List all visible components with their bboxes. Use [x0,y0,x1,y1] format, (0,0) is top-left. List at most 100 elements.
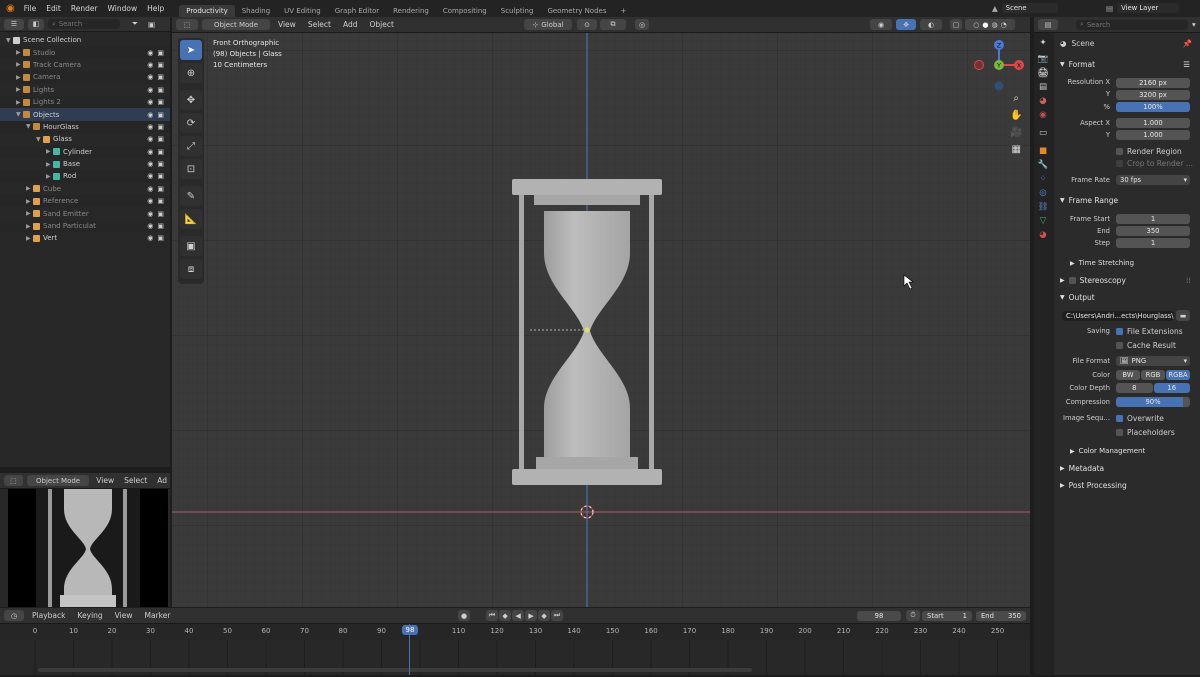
properties-options-icon[interactable]: ▾ [1192,20,1196,29]
outliner-item[interactable]: ▶ Cube ◉ ▣ [0,183,170,195]
crop-checkbox[interactable]: Crop to Render ... [1116,159,1193,168]
proportional-edit-icon[interactable]: ◎ [635,19,649,30]
select-box-tool-icon[interactable]: ➤ [180,40,202,60]
aspect-x-field[interactable]: 1.000 [1116,118,1190,128]
preview-mode-dropdown[interactable]: Object Mode [26,475,90,486]
expand-chevron-icon[interactable]: ▼ [6,37,13,44]
outliner-item[interactable]: ▶ Cylinder ◉ ▣ [0,145,170,158]
viewport-menu-add[interactable]: Add [339,20,362,29]
filter-icon[interactable]: ⏷ [132,19,138,29]
compression-slider[interactable]: 90% [1116,397,1190,407]
visibility-toggle-icon[interactable]: ◉ [147,172,153,180]
expand-chevron-icon[interactable]: ▶ [26,210,33,217]
visibility-toggle-icon[interactable]: ◉ [147,111,153,119]
visibility-toggle-icon[interactable]: ◉ [147,222,153,230]
frame-step-field[interactable]: 1 [1116,238,1190,248]
viewport-menu-view[interactable]: View [274,20,300,29]
placeholders-check[interactable] [1116,429,1123,436]
pivot-icon[interactable]: ⊙ [577,19,597,30]
tab-uv-editing[interactable]: UV Editing [277,5,328,17]
stereoscopy-section-header[interactable]: ▶ Stereoscopy ⁞⁞ [1060,276,1191,285]
xray-toggle-icon[interactable]: ▢ [950,19,962,30]
visibility-toggle-icon[interactable]: ◉ [147,98,153,106]
camera-view-icon[interactable]: 🎥 [1010,127,1022,138]
render-region-checkbox[interactable]: Render Region [1116,147,1182,156]
cache-result-check[interactable] [1116,342,1123,349]
output-path-field[interactable]: C:\Users\Andri...ects\Hourglass\ [1062,311,1174,321]
overwrite-checkbox[interactable]: Overwrite [1116,414,1164,423]
resolution-x-field[interactable]: 2160 px [1116,78,1190,88]
folder-browse-icon[interactable]: ▬ [1176,310,1190,321]
file-extensions-checkbox[interactable]: File Extensions [1116,327,1183,336]
timeline-editor-type-icon[interactable]: ◷ [4,610,24,621]
expand-chevron-icon[interactable]: ▶ [16,86,23,93]
vertex-point[interactable] [584,327,590,333]
render-tab-icon[interactable]: 📷 [1038,54,1049,64]
constraints-tab-icon[interactable]: ⛓ [1038,202,1049,212]
render-toggle-icon[interactable]: ▣ [157,222,164,230]
object-mode-dropdown[interactable]: Object Mode [202,19,270,30]
ortho-grid-icon[interactable]: ▦ [1012,144,1021,155]
add-workspace-button[interactable]: + [613,5,633,17]
timeline-menu-marker[interactable]: Marker [140,611,174,620]
expand-chevron-icon[interactable]: ▶ [46,161,53,168]
outliner-item[interactable]: ▶ Sand Particulat ◉ ▣ [0,219,170,233]
resolution-percent-slider[interactable]: 100% [1116,102,1190,112]
visibility-toggle-icon[interactable]: ◉ [147,61,153,69]
expand-chevron-icon[interactable]: ▶ [16,99,23,106]
outliner-item[interactable]: ▼ Scene Collection [0,34,170,46]
outliner-item[interactable]: ▶ Track Camera ◉ ▣ [0,59,170,71]
display-mode-icon[interactable]: ◧ [28,18,44,30]
physics-tab-icon[interactable]: ◎ [1039,188,1046,198]
outliner-item[interactable]: ▶ Rod ◉ ▣ [0,170,170,183]
stopwatch-icon[interactable]: ⏱ [906,610,920,621]
visibility-toggle-icon[interactable]: ◉ [147,185,153,193]
jump-end-icon[interactable]: ⏭ [551,610,563,621]
expand-chevron-icon[interactable]: ▶ [46,148,53,155]
render-toggle-icon[interactable]: ▣ [157,197,164,205]
stereoscopy-check[interactable] [1068,277,1076,284]
measure-tool-icon[interactable]: 📐 [180,209,202,229]
outliner-item[interactable]: ▼ Objects ◉ ▣ [0,108,170,121]
scene-field[interactable]: Scene [1001,3,1058,13]
menu-render[interactable]: Render [66,4,103,13]
render-toggle-icon[interactable]: ▣ [157,148,164,156]
snap-icon[interactable]: ⧉ [600,19,626,30]
resolution-y-field[interactable]: 3200 px [1116,90,1190,100]
add-cube-tool-icon[interactable]: ▣ [180,236,202,256]
tab-geometry-nodes[interactable]: Geometry Nodes [540,5,613,17]
viewport-menu-select[interactable]: Select [304,20,335,29]
visibility-toggle-icon[interactable]: ◉ [147,135,153,143]
placeholders-checkbox[interactable]: Placeholders [1116,428,1175,437]
pan-hand-icon[interactable]: ✋ [1010,110,1022,121]
render-toggle-icon[interactable]: ▣ [157,234,164,242]
play-icon[interactable]: ▶ [525,610,537,621]
visibility-toggle-icon[interactable]: ◉ [147,160,153,168]
crop-check[interactable] [1116,160,1123,167]
tab-productivity[interactable]: Productivity [179,5,235,17]
depth-8-option[interactable]: 8 [1116,383,1153,393]
render-toggle-icon[interactable]: ▣ [157,98,164,106]
viewport-canvas[interactable] [172,33,1030,607]
move-tool-icon[interactable]: ✥ [180,90,202,110]
play-reverse-icon[interactable]: ◀ [512,610,524,621]
color-management-subsection[interactable]: ▶ Color Management [1070,447,1145,455]
preview-menu-add[interactable]: Ad [154,476,170,485]
gizmo-toggle-icon[interactable]: ✥ [896,19,916,30]
solid-shading-icon[interactable]: ● [982,21,988,29]
render-toggle-icon[interactable]: ▣ [157,111,164,119]
metadata-section-header[interactable]: ▶ Metadata [1060,464,1104,473]
outliner-item[interactable]: ▶ Sand Emitter ◉ ▣ [0,207,170,219]
expand-chevron-icon[interactable]: ▶ [26,235,33,242]
visibility-toggle-icon[interactable]: ◉ [147,86,153,94]
outliner-item[interactable]: ▶ Vert ◉ ▣ [0,232,170,244]
overlay-toggle-icon[interactable]: ◐ [920,19,942,30]
timeline-menu-keying[interactable]: Keying [73,611,106,620]
timeline-menu-view[interactable]: View [111,611,137,620]
preview-menu-view[interactable]: View [93,476,117,485]
timeline-menu-playback[interactable]: Playback [28,611,69,620]
menu-edit[interactable]: Edit [41,4,66,13]
expand-chevron-icon[interactable]: ▶ [26,198,33,205]
material-shading-icon[interactable]: ◍ [992,21,998,29]
3d-viewport[interactable]: Front Orthographic (98) Objects | Glass … [172,33,1030,607]
